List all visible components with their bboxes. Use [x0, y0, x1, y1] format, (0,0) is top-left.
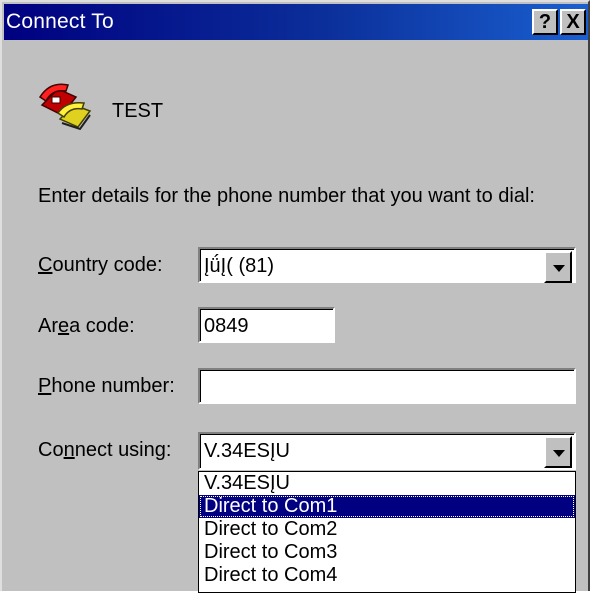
area-code-field[interactable]: 0849 [198, 307, 335, 343]
help-button[interactable]: ? [532, 9, 558, 35]
window-title: Connect To [6, 10, 114, 33]
connect-to-dialog: Connect To ? X TEST Enter details for th… [0, 0, 590, 593]
connect-using-label: Connect using: [38, 439, 172, 461]
area-code-label: Area code: [38, 315, 135, 337]
instructions-text: Enter details for the phone number that … [38, 185, 535, 207]
connect-using-dropdown-list[interactable]: V.34ESĮU Direct to Com1 Direct to Com2 D… [198, 471, 576, 593]
chevron-down-icon[interactable] [544, 251, 572, 283]
country-code-select[interactable]: ĮǘĮ( (81) [198, 247, 576, 283]
title-bar[interactable]: Connect To ? X [4, 4, 588, 40]
list-item[interactable]: Direct to Com3 [199, 541, 575, 564]
country-code-value: ĮǘĮ( (81) [204, 255, 275, 277]
list-item[interactable]: Direct to Com4 [199, 564, 575, 587]
entry-name: TEST [112, 100, 164, 122]
connect-using-value: V.34ESĮU [204, 440, 290, 462]
area-code-value: 0849 [204, 315, 249, 337]
list-item[interactable]: V.34ESĮU [199, 472, 575, 495]
connect-using-select[interactable]: V.34ESĮU [198, 432, 576, 470]
list-item[interactable]: Direct to Com2 [199, 518, 575, 541]
phone-icon [38, 83, 92, 131]
list-item-selected[interactable]: Direct to Com1 [199, 495, 575, 518]
phone-number-field[interactable] [198, 368, 576, 404]
phone-number-label: Phone number: [38, 375, 175, 397]
country-code-label: Country code: [38, 254, 163, 276]
close-button[interactable]: X [560, 9, 586, 35]
chevron-down-icon[interactable] [544, 436, 572, 468]
